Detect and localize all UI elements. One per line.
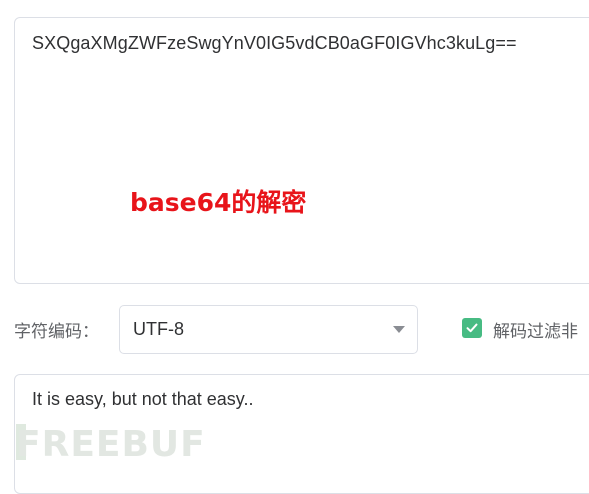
- output-value: It is easy, but not that easy..: [32, 389, 254, 409]
- encoding-selected-value: UTF-8: [133, 319, 184, 339]
- filter-checkbox-label[interactable]: 解码过滤非: [493, 317, 578, 342]
- decoded-output-textarea[interactable]: It is easy, but not that easy..: [14, 374, 589, 494]
- encoding-select[interactable]: UTF-8: [119, 305, 418, 354]
- base64-input-textarea[interactable]: SXQgaXMgZWFzeSwgYnV0IG5vdCB0aGF0IGVhc3ku…: [14, 17, 589, 284]
- annotation-label: base64的解密: [130, 188, 307, 217]
- filter-checkbox[interactable]: [462, 318, 482, 338]
- check-icon: [466, 323, 478, 333]
- encoding-label: 字符编码：: [14, 322, 99, 342]
- caret-down-icon: [393, 326, 405, 333]
- input-value: SXQgaXMgZWFzeSwgYnV0IG5vdCB0aGF0IGVhc3ku…: [32, 33, 517, 53]
